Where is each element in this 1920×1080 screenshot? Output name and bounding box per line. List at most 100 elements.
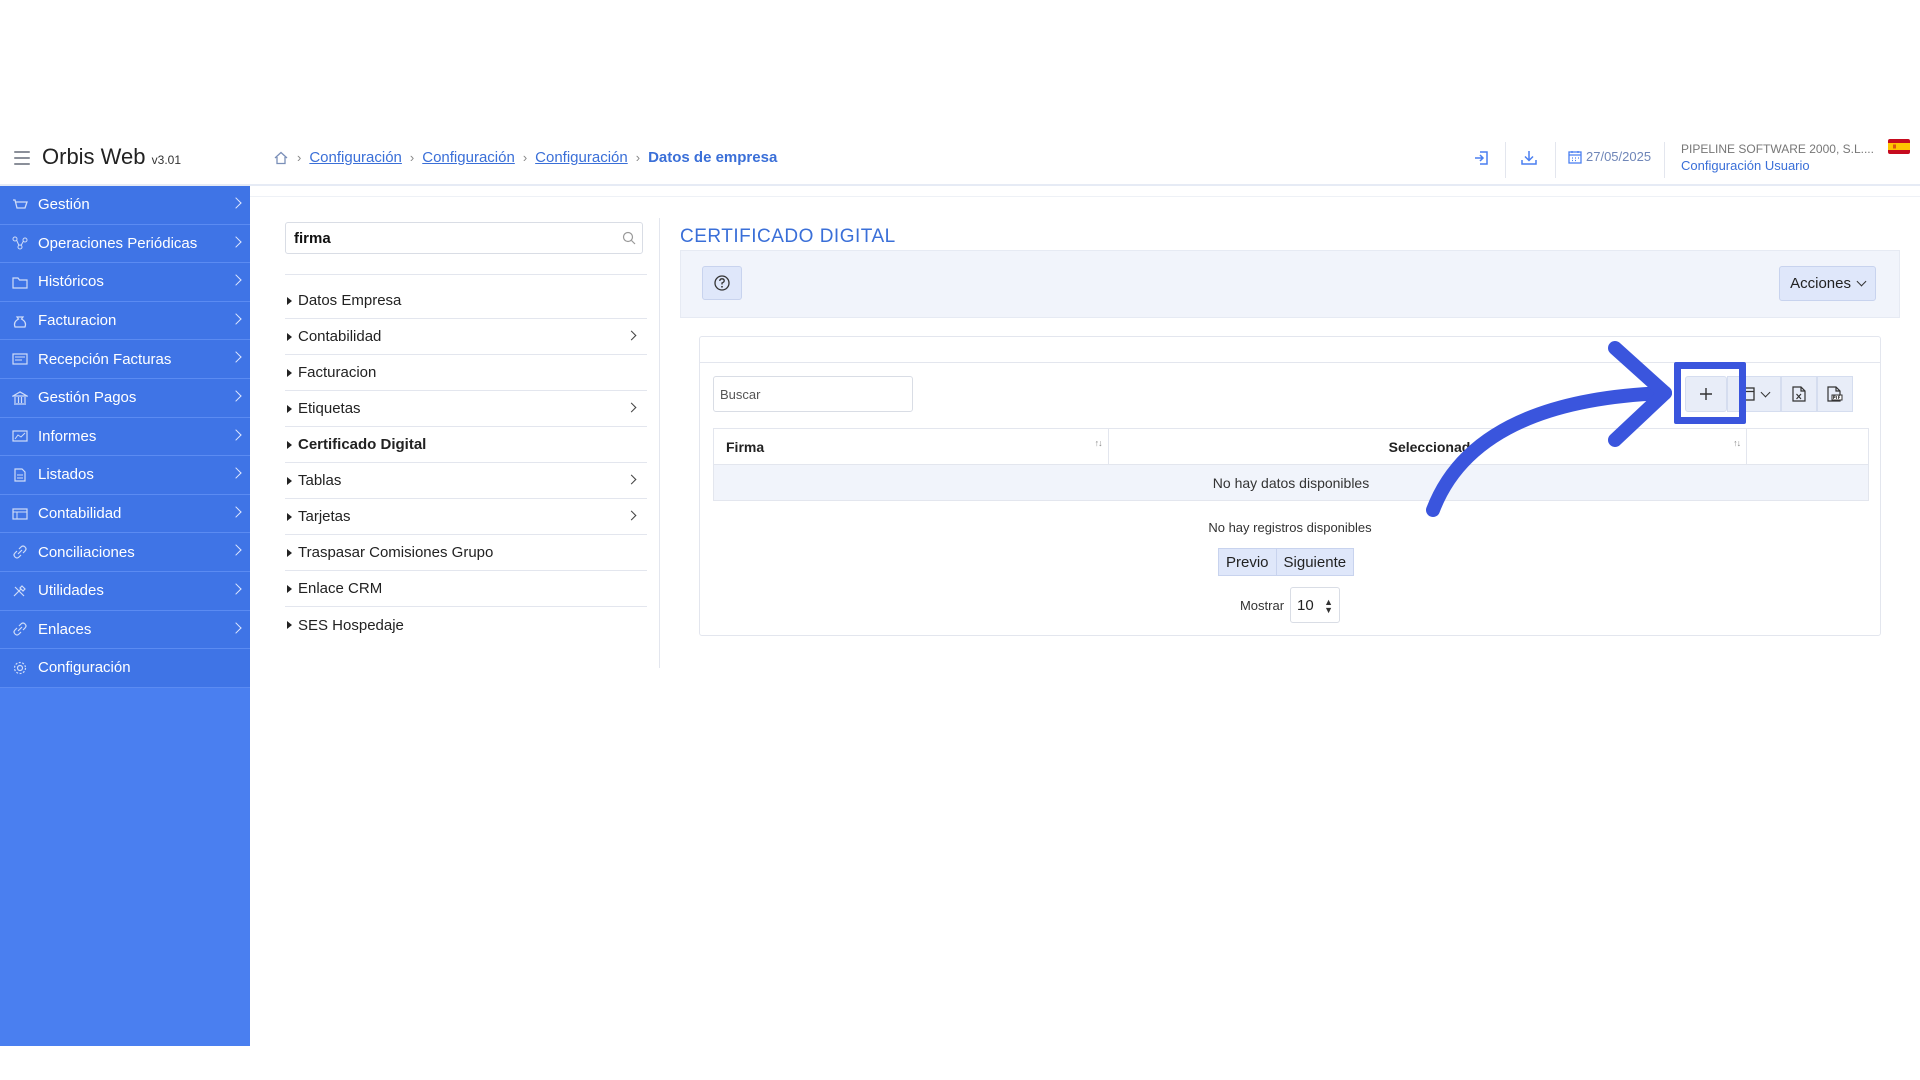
sidebar-item-gestión[interactable]: Gestión	[0, 186, 250, 225]
user-config-link[interactable]: Configuración Usuario	[1681, 158, 1891, 173]
chevron-down-icon	[1856, 276, 1867, 287]
sort-icon[interactable]: ↑↓	[1095, 438, 1103, 448]
breadcrumb-separator: ›	[409, 150, 415, 165]
bank-icon	[12, 391, 28, 405]
download-icon[interactable]	[1518, 147, 1540, 169]
page-title: CERTIFICADO DIGITAL	[680, 226, 896, 247]
sidebar-item-label: Gestión Pagos	[38, 389, 137, 407]
home-icon[interactable]	[273, 150, 289, 166]
sidebar-item-gestión-pagos[interactable]: Gestión Pagos	[0, 378, 250, 418]
tree-item-label: Datos Empresa	[298, 292, 402, 309]
no-records-text: No hay registros disponibles	[1208, 520, 1372, 535]
sidebar-item-label: Operaciones Periódicas	[38, 234, 198, 252]
chevron-right-icon	[230, 506, 242, 518]
search-icon[interactable]	[622, 231, 636, 245]
tree-item[interactable]: Contabilidad	[285, 319, 647, 355]
app-version: v3.01	[151, 153, 181, 167]
sort-icon[interactable]: ↑↓	[1733, 438, 1741, 448]
breadcrumb-link-3[interactable]: Configuración	[535, 149, 628, 166]
chevron-right-icon[interactable]	[626, 510, 637, 521]
sidebar-item-utilidades[interactable]: Utilidades	[0, 571, 250, 611]
tree-item[interactable]: Datos Empresa	[285, 283, 647, 319]
panel-divider	[659, 218, 660, 668]
tree-item[interactable]: Enlace CRM	[285, 571, 647, 607]
tree-item-label: Tarjetas	[298, 508, 351, 525]
help-icon	[714, 275, 730, 291]
document-icon	[14, 468, 26, 482]
tree-item[interactable]: Facturacion	[285, 355, 647, 391]
tree-item-label: Enlace CRM	[298, 580, 383, 597]
grid-search-input[interactable]	[713, 376, 913, 412]
tree-item[interactable]: SES Hospedaje	[285, 607, 647, 643]
sidebar-item-recepción-facturas[interactable]: Recepción Facturas	[0, 340, 250, 379]
sidebar-item-enlaces[interactable]: Enlaces	[0, 610, 250, 650]
sidebar-item-label: Utilidades	[38, 582, 104, 600]
tree-item[interactable]: Tablas	[285, 463, 647, 499]
chevron-right-icon	[230, 390, 242, 402]
chevron-right-icon	[230, 313, 242, 325]
breadcrumb-current: Datos de empresa	[648, 149, 778, 166]
help-button[interactable]	[702, 266, 742, 300]
tree-item[interactable]: Traspasar Comisiones Grupo	[285, 535, 647, 571]
tree-list: Datos Empresa Contabilidad Facturacion Etiq…	[285, 283, 647, 643]
app-brand: Orbis Web v3.01	[42, 144, 181, 170]
sidebar-item-label: Facturacion	[38, 312, 117, 330]
sidebar-item-label: Históricos	[38, 273, 104, 291]
chevron-right-icon[interactable]	[626, 474, 637, 485]
sidebar-item-listados[interactable]: Listados	[0, 456, 250, 495]
sidebar-item-label: Conciliaciones	[38, 543, 135, 561]
actions-dropdown-button[interactable]: Acciones	[1779, 266, 1876, 301]
chevron-right-icon[interactable]	[626, 402, 637, 413]
calendar-icon	[1568, 150, 1582, 164]
caret-right-icon	[287, 548, 292, 557]
header-divider	[1664, 142, 1665, 178]
gear-icon	[13, 661, 27, 675]
sidebar-item-informes[interactable]: Informes	[0, 417, 250, 457]
breadcrumb: › Configuración › Configuración › Config…	[273, 149, 777, 166]
tree-item[interactable]: Certificado Digital	[285, 427, 647, 463]
chevron-right-icon	[230, 467, 242, 479]
chevron-right-icon	[230, 621, 242, 634]
header-date[interactable]: 27/05/2025	[1568, 149, 1651, 164]
caret-right-icon	[287, 476, 292, 485]
caret-right-icon	[287, 404, 292, 413]
column-header-firma[interactable]: Firma ↑↓	[713, 428, 1109, 465]
column-header-actions	[1746, 428, 1869, 465]
hamburger-menu-icon[interactable]	[14, 151, 30, 165]
header-divider	[1555, 142, 1556, 178]
tree-search-input[interactable]	[286, 223, 606, 253]
chevron-down-icon	[1760, 387, 1771, 397]
breadcrumb-link-1[interactable]: Configuración	[309, 149, 402, 166]
next-page-button[interactable]: Siguiente	[1276, 548, 1355, 576]
login-icon[interactable]	[1471, 147, 1493, 169]
tree-item-label: Facturacion	[298, 364, 377, 381]
tree-item[interactable]: Tarjetas	[285, 499, 647, 535]
tree-search-box	[285, 222, 643, 254]
sidebar-item-label: Contabilidad	[38, 505, 122, 523]
page-size-label: Mostrar	[1239, 597, 1285, 613]
sidebar-item-label: Configuración	[38, 659, 131, 677]
page-size-select[interactable]: 10 ▲ ▼	[1290, 587, 1341, 623]
sidebar-item-conciliaciones[interactable]: Conciliaciones	[0, 533, 250, 572]
spain-flag-icon[interactable]	[1888, 139, 1910, 154]
sidebar-item-facturacion[interactable]: Facturacion	[0, 301, 250, 341]
sidebar-item-operaciones-periódicas[interactable]: Operaciones Periódicas	[0, 224, 250, 264]
sidebar-item-contabilidad[interactable]: Contabilidad	[0, 494, 250, 534]
network-icon	[12, 236, 28, 250]
empty-table-message: No hay datos disponibles	[713, 464, 1869, 501]
app-name: Orbis Web	[42, 144, 146, 169]
tree-item[interactable]: Etiquetas	[285, 391, 647, 427]
sidebar-item-históricos[interactable]: Históricos	[0, 263, 250, 302]
breadcrumb-separator: ›	[635, 150, 641, 165]
export-excel-button[interactable]	[1781, 376, 1817, 412]
previous-page-button[interactable]: Previo	[1218, 548, 1277, 576]
sidebar-item-configuración[interactable]: Configuración	[0, 649, 250, 688]
export-pdf-button[interactable]	[1817, 376, 1853, 412]
chevron-right-icon[interactable]	[626, 330, 637, 341]
caret-right-icon	[287, 296, 292, 305]
sidebar-item-label: Gestión	[38, 196, 90, 214]
breadcrumb-link-2[interactable]: Configuración	[422, 149, 515, 166]
sidebar-item-label: Enlaces	[38, 620, 92, 638]
date-text: 27/05/2025	[1586, 149, 1652, 164]
top-header: Orbis Web v3.01 › Configuración › Config…	[0, 136, 1920, 186]
